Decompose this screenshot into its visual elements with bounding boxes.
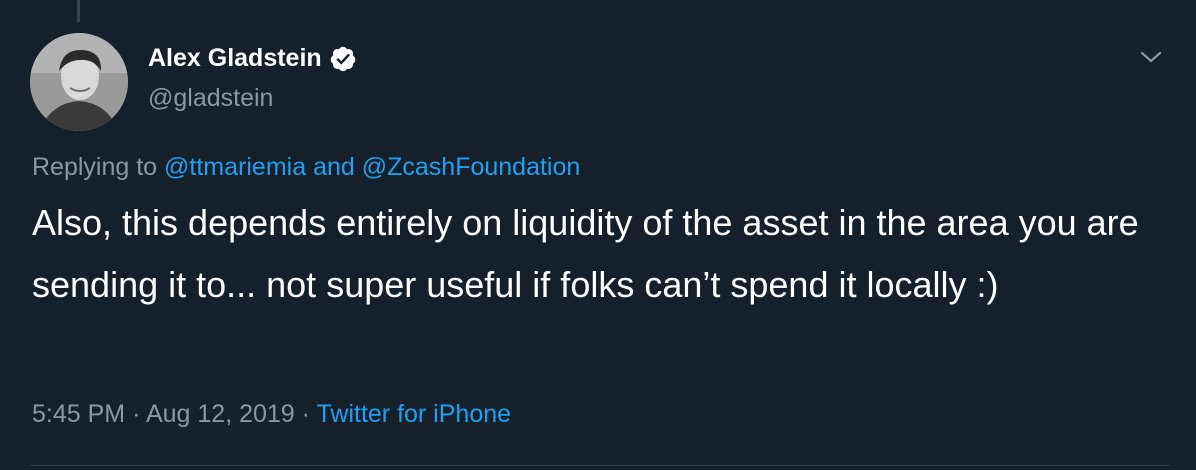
- tweet-text: Also, this depends entirely on liquidity…: [32, 202, 1139, 305]
- chevron-down-icon[interactable]: [1138, 44, 1164, 70]
- meta-separator: ·: [301, 400, 310, 428]
- author-handle[interactable]: @gladstein: [148, 84, 273, 113]
- tweet-metadata: 5:45 PM · Aug 12, 2019 · Twitter for iPh…: [32, 400, 511, 429]
- replying-prefix: Replying to: [32, 153, 158, 181]
- replying-conjunction[interactable]: and: [313, 153, 355, 181]
- mention-link-ttmariemia[interactable]: @ttmariemia: [164, 153, 306, 181]
- verified-badge-icon: [329, 45, 357, 73]
- avatar-photo: [30, 33, 128, 131]
- tweet-time[interactable]: 5:45 PM: [32, 400, 125, 428]
- replying-to-line: Replying to @ttmariemia and @ZcashFounda…: [32, 153, 580, 182]
- tweet-date[interactable]: Aug 12, 2019: [146, 400, 295, 428]
- divider: [30, 465, 1170, 466]
- mention-link-zcashfoundation[interactable]: @ZcashFoundation: [362, 153, 581, 181]
- meta-separator: ·: [132, 400, 141, 428]
- avatar[interactable]: [30, 33, 128, 131]
- tweet-source-link[interactable]: Twitter for iPhone: [317, 400, 512, 428]
- author-name-row[interactable]: Alex Gladstein: [148, 44, 357, 73]
- thread-connector-line: [77, 0, 80, 22]
- author-display-name[interactable]: Alex Gladstein: [148, 44, 322, 73]
